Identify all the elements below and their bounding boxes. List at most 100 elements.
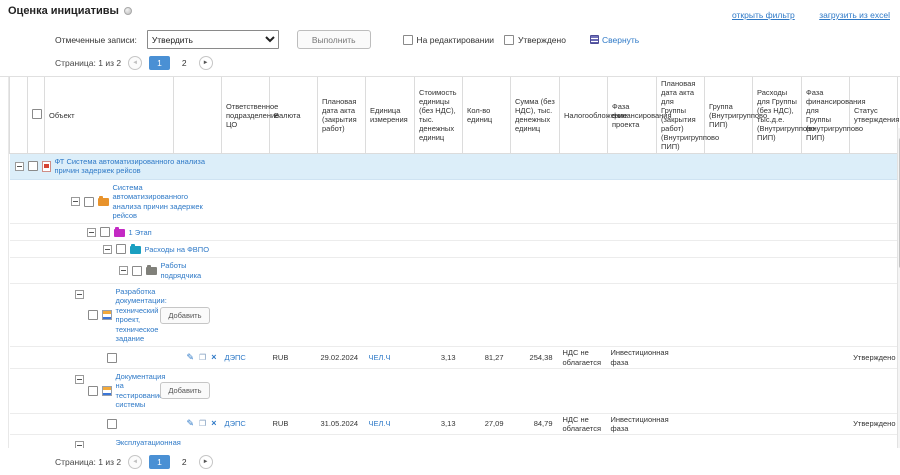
- collapse-row-icon[interactable]: [71, 197, 80, 206]
- finance-phase-value: Инвестиционная фаза: [608, 347, 657, 369]
- collapse-row-icon[interactable]: [15, 162, 24, 171]
- table-row: Система автоматизированного анализа прич…: [10, 179, 898, 224]
- header-finance-phase: Фаза финансирования проекта: [608, 77, 657, 154]
- work-item-icon: [102, 386, 112, 396]
- next-page-button[interactable]: ►: [199, 455, 213, 469]
- page-title: Оценка инициативы: [8, 5, 132, 17]
- sum-value: 84,79: [511, 413, 560, 435]
- edit-icon[interactable]: ✎: [187, 352, 195, 363]
- page-1-button[interactable]: 1: [149, 56, 170, 70]
- object-link[interactable]: Документация на тестирование системы: [116, 372, 157, 410]
- tax-value: НДС не облагается: [560, 413, 608, 435]
- status-value: Утверждено: [850, 413, 898, 435]
- header-department: Ответственное подразделение ЦО: [222, 77, 270, 154]
- collapse-row-icon[interactable]: [75, 441, 84, 448]
- approved-filter: Утверждено: [504, 35, 566, 45]
- table-row: Расходы на ФВПО: [10, 241, 898, 258]
- row-checkbox[interactable]: [88, 310, 98, 320]
- toolbar: Отмеченные записи: Утвердить Выполнить Н…: [0, 23, 900, 49]
- header-sum: Сумма (без НДС), тыс. денежных единиц: [511, 77, 560, 154]
- header-currency: Валюта: [270, 77, 318, 154]
- open-filter-link[interactable]: открыть фильтр: [732, 10, 795, 20]
- add-button[interactable]: Добавить: [160, 307, 209, 324]
- row-checkbox[interactable]: [84, 197, 94, 207]
- collapse-row-icon[interactable]: [87, 228, 96, 237]
- currency-value: RUB: [270, 413, 318, 435]
- object-link[interactable]: Работы подрядчика: [161, 261, 215, 280]
- collapse-row-icon[interactable]: [75, 375, 84, 384]
- header-checkbox-cell: [28, 77, 45, 154]
- object-link[interactable]: Расходы на ФВПО: [145, 245, 215, 254]
- approved-checkbox-label: Утверждено: [518, 35, 566, 45]
- department-link[interactable]: ДЭПС: [225, 353, 246, 362]
- header-group: Группа (Внутригруппово ПИП): [705, 77, 753, 154]
- page-1-button[interactable]: 1: [149, 455, 170, 469]
- row-checkbox[interactable]: [88, 386, 98, 396]
- unit-cost-value: 3,13: [415, 413, 463, 435]
- row-checkbox[interactable]: [100, 227, 110, 237]
- table-row: Документация на тестирование системы Доб…: [10, 369, 898, 414]
- pagination-bottom: Страница: 1 из 2 ◄ 1 2 ►: [0, 448, 900, 475]
- prev-page-button[interactable]: ◄: [128, 455, 142, 469]
- next-page-button[interactable]: ►: [199, 56, 213, 70]
- table-row: ✎ ❐ × ДЭПС RUB 31.05.2024 ЧЕЛ.Ч 3,13 27,…: [10, 413, 898, 435]
- collapse-row-icon[interactable]: [119, 266, 128, 275]
- approved-checkbox[interactable]: [504, 35, 514, 45]
- row-checkbox[interactable]: [28, 161, 38, 171]
- header-unit-cost: Стоимость единицы (без НДС), тыс. денежн…: [415, 77, 463, 154]
- collapse-row-icon[interactable]: [75, 290, 84, 299]
- add-button[interactable]: Добавить: [160, 382, 209, 399]
- collapse-all-link[interactable]: Свернуть: [590, 35, 639, 45]
- copy-icon[interactable]: ❐: [199, 353, 206, 363]
- row-checkbox[interactable]: [107, 353, 117, 363]
- collapse-row-icon[interactable]: [103, 245, 112, 254]
- header-approval-status: Статус утверждения: [850, 77, 898, 154]
- top-links: открыть фильтр загрузить из excel: [712, 5, 890, 23]
- copy-icon[interactable]: ❐: [199, 419, 206, 429]
- header-group-act-date: Плановая дата акта для Группы (закрытия …: [657, 77, 705, 154]
- header-tax: Налогообложение: [560, 77, 608, 154]
- edit-icon[interactable]: ✎: [187, 418, 195, 429]
- row-checkbox[interactable]: [132, 266, 142, 276]
- act-date-value: 29.02.2024: [318, 347, 366, 369]
- header-actions: [174, 77, 222, 154]
- prev-page-button[interactable]: ◄: [128, 56, 142, 70]
- initiatives-table: Объект Ответственное подразделение ЦО Ва…: [9, 77, 898, 448]
- header-group-finance-phase: Фаза финансирования для Группы (внутригр…: [802, 77, 850, 154]
- delete-icon[interactable]: ×: [211, 352, 216, 363]
- editing-checkbox-label: На редактировании: [417, 35, 494, 45]
- object-link[interactable]: Система автоматизированного анализа прич…: [113, 183, 215, 221]
- action-select[interactable]: Утвердить: [147, 30, 279, 49]
- header-object: Объект: [45, 77, 174, 154]
- object-link[interactable]: ФТ Система автоматизированного анализа п…: [55, 157, 215, 176]
- header-expander: [10, 77, 28, 154]
- folder-icon: [114, 229, 125, 237]
- unit-link[interactable]: ЧЕЛ.Ч: [369, 419, 391, 428]
- header-group-expenses: Расходы для Группы (без НДС), тыс.д.е. (…: [753, 77, 802, 154]
- table-row: Эксплуатационная документация: регламент…: [10, 435, 898, 448]
- table-row: ✎ ❐ × ДЭПС RUB 29.02.2024 ЧЕЛ.Ч 3,13 81,…: [10, 347, 898, 369]
- table-row: Разработка документации: технический про…: [10, 284, 898, 347]
- row-checkbox[interactable]: [107, 419, 117, 429]
- editing-checkbox[interactable]: [403, 35, 413, 45]
- page-2-button[interactable]: 2: [177, 56, 192, 70]
- department-link[interactable]: ДЭПС: [225, 419, 246, 428]
- row-checkbox[interactable]: [116, 244, 126, 254]
- work-item-icon: [102, 310, 112, 320]
- quantity-value: 81,27: [463, 347, 511, 369]
- page-2-button[interactable]: 2: [177, 455, 192, 469]
- table-row: Работы подрядчика: [10, 258, 898, 284]
- unit-cost-value: 3,13: [415, 347, 463, 369]
- table-row: 1 Этап: [10, 224, 898, 241]
- execute-button[interactable]: Выполнить: [297, 30, 371, 49]
- document-icon: [42, 161, 51, 172]
- delete-icon[interactable]: ×: [211, 418, 216, 429]
- object-link[interactable]: Разработка документации: технический про…: [116, 287, 157, 343]
- unit-link[interactable]: ЧЕЛ.Ч: [369, 353, 391, 362]
- object-link[interactable]: 1 Этап: [129, 228, 215, 237]
- quantity-value: 27,09: [463, 413, 511, 435]
- object-link[interactable]: Эксплуатационная документация: регламент…: [116, 438, 157, 448]
- load-from-excel-link[interactable]: загрузить из excel: [819, 10, 890, 20]
- status-value: Утверждено: [850, 347, 898, 369]
- select-all-checkbox[interactable]: [32, 109, 42, 119]
